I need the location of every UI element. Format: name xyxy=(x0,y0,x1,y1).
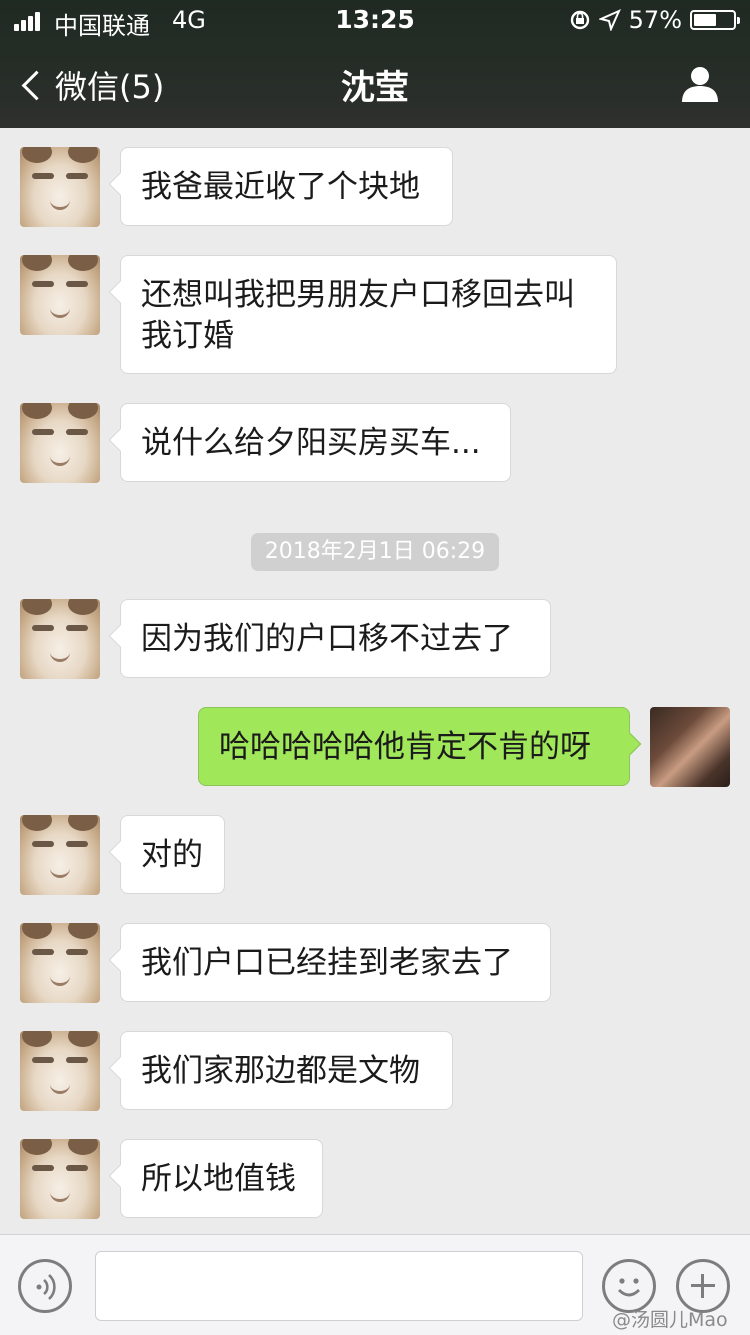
orientation-lock-icon xyxy=(570,10,589,30)
message-bubble[interactable]: 说什么给夕阳买房买车... xyxy=(120,403,511,482)
message-bubble[interactable]: 还想叫我把男朋友户口移回去叫我订婚 xyxy=(120,255,617,374)
top-bar: 中国联通 4G 13:25 57% 微信(5) 沈莹 xyxy=(0,0,750,128)
voice-button[interactable] xyxy=(18,1259,72,1313)
battery-percent: 57% xyxy=(628,6,682,34)
contact-avatar[interactable] xyxy=(20,147,100,227)
message-bubble[interactable]: 我爸最近收了个块地 xyxy=(120,147,453,226)
message-bubble[interactable]: 我们户口已经挂到老家去了 xyxy=(120,923,551,1002)
profile-icon[interactable] xyxy=(680,64,720,104)
message-bubble[interactable]: 因为我们的户口移不过去了 xyxy=(120,599,551,678)
my-avatar[interactable] xyxy=(650,707,730,787)
message-bubble[interactable]: 所以地值钱 xyxy=(120,1139,323,1218)
voice-icon xyxy=(36,1274,56,1300)
contact-avatar[interactable] xyxy=(20,1031,100,1111)
contact-avatar[interactable] xyxy=(20,1139,100,1219)
battery-icon xyxy=(690,10,740,30)
contact-avatar[interactable] xyxy=(20,403,100,483)
contact-avatar[interactable] xyxy=(20,815,100,895)
chat-area[interactable]: 我爸最近收了个块地 还想叫我把男朋友户口移回去叫我订婚 说什么给夕阳买房买车..… xyxy=(0,128,750,1234)
message-bubble[interactable]: 对的 xyxy=(120,815,225,894)
status-bar: 中国联通 4G 13:25 57% xyxy=(0,0,750,40)
navigation-bar: 微信(5) 沈莹 xyxy=(0,40,750,128)
watermark: @汤圆儿Mao xyxy=(612,1309,728,1331)
emoji-icon xyxy=(618,1278,640,1297)
chat-title: 沈莹 xyxy=(341,68,409,108)
timestamp: 2018年2月1日 06:29 xyxy=(251,533,499,571)
message-bubble[interactable]: 我们家那边都是文物 xyxy=(120,1031,453,1110)
contact-avatar[interactable] xyxy=(20,255,100,335)
contact-avatar[interactable] xyxy=(20,923,100,1003)
contact-avatar[interactable] xyxy=(20,599,100,679)
message-input[interactable] xyxy=(95,1251,583,1321)
message-bubble-sent[interactable]: 哈哈哈哈哈他肯定不肯的呀 xyxy=(198,707,630,786)
location-icon xyxy=(598,9,621,31)
